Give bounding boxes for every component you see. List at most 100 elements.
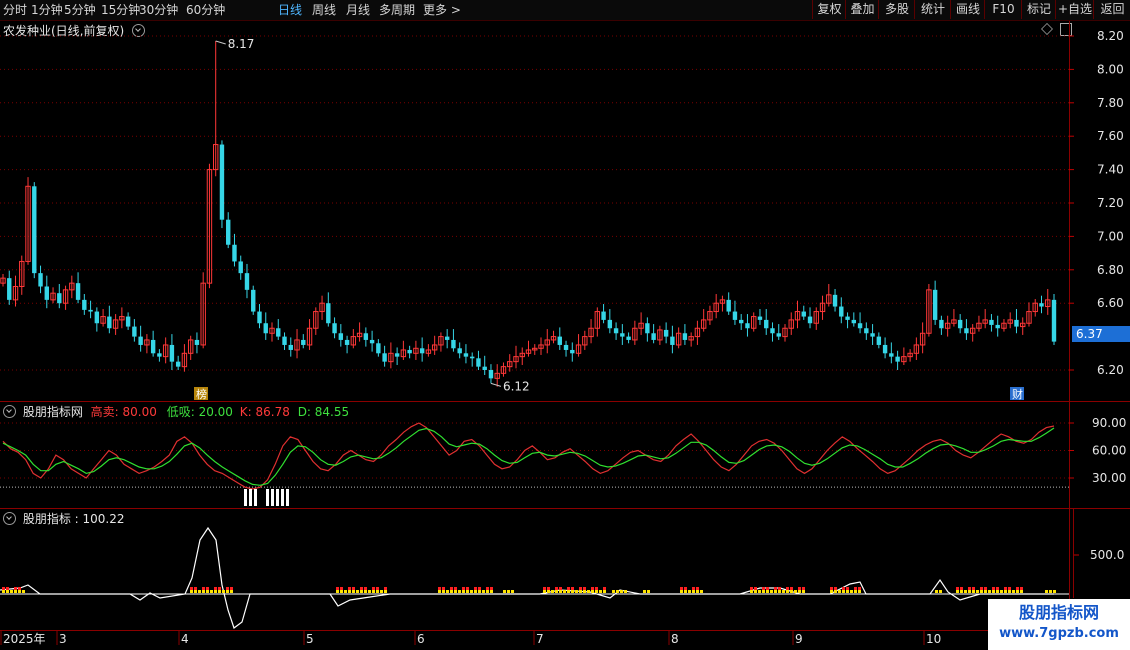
candle-body-down	[38, 273, 43, 287]
ind-bar-yellow	[858, 590, 861, 593]
ind-bar-red	[684, 587, 687, 590]
candle-body-down	[776, 333, 781, 337]
candle-body-down	[839, 306, 844, 317]
buy-signal-bar	[249, 489, 252, 506]
ind-bar-red	[559, 587, 562, 590]
candle-body-down	[801, 311, 806, 317]
ind-bar-red	[6, 587, 9, 590]
candle-body-down	[232, 244, 237, 262]
ind-bar-red	[996, 587, 999, 590]
ind-bar-red	[834, 587, 837, 590]
price-tick-label: 6.80	[1097, 263, 1124, 277]
ind-bar-yellow	[555, 590, 558, 593]
ind-bar-yellow	[356, 590, 359, 593]
ind-bar-yellow	[750, 590, 753, 593]
ind-bar-yellow	[547, 590, 550, 593]
candle-body-down	[107, 316, 112, 329]
ind-bar-red	[778, 587, 781, 590]
ind-bar-red	[858, 587, 861, 590]
ind-bar-yellow	[846, 590, 849, 593]
price-tick-label: 6.20	[1097, 363, 1124, 377]
candle-body-down	[376, 343, 381, 354]
ind-line	[0, 526, 1054, 629]
ind-bar-red	[567, 587, 570, 590]
ind-bar-yellow	[964, 590, 967, 593]
x-axis-label: 10	[926, 632, 941, 646]
high-price-label: 8.17	[228, 37, 255, 51]
candle-body-down	[570, 349, 575, 354]
candle-body-down	[745, 323, 750, 329]
buy-signal-bar	[254, 489, 257, 506]
candle-body-down	[138, 336, 143, 345]
ind-bar-yellow	[624, 590, 627, 593]
ind-bar-yellow	[798, 590, 801, 593]
candle-body-down	[663, 329, 669, 337]
ind-bar-red	[992, 587, 995, 590]
candle-body-down	[82, 299, 87, 310]
ind-bar-red	[194, 587, 197, 590]
candle-body-down	[75, 283, 81, 300]
candle-body-down	[175, 361, 181, 367]
ind-bar-red	[478, 587, 481, 590]
ind-bar-red	[583, 587, 586, 590]
ind-bar-red	[984, 587, 987, 590]
ind-bar-red	[1008, 587, 1011, 590]
candle-body-down	[645, 323, 650, 334]
ind-bar-yellow	[543, 590, 546, 593]
candle-body-down	[226, 219, 231, 245]
ind-bar-red	[438, 587, 441, 590]
ind-bar-yellow	[968, 590, 971, 593]
current-price-label: 6.37	[1076, 327, 1103, 341]
ind-bar-yellow	[372, 590, 375, 593]
ind-bar-red	[486, 587, 489, 590]
ind-bar-yellow	[206, 590, 209, 593]
ind-bar-red	[218, 587, 221, 590]
watermark-logo: 股朋指标网 www.7gpzb.com	[988, 599, 1130, 650]
ind-bar-red	[190, 587, 193, 590]
ind-bar-yellow	[758, 590, 761, 593]
ind-bar-yellow	[1004, 590, 1007, 593]
candle-body-down	[332, 323, 337, 334]
buy-signal-bar	[244, 489, 247, 506]
ind-bar-yellow	[620, 590, 623, 593]
x-axis-label: 3	[59, 632, 67, 646]
ind-bar-red	[360, 587, 363, 590]
ind-bar-yellow	[571, 590, 574, 593]
candle-body-down	[563, 344, 569, 350]
ind-bar-yellow	[790, 590, 793, 593]
ind-bar-red	[376, 587, 379, 590]
candle-body-down	[1014, 319, 1019, 327]
ind-bar-yellow	[1000, 590, 1003, 593]
ind-bar-yellow	[364, 590, 367, 593]
chart-canvas[interactable]: 8.20 8.00 7.80 7.60 7.40 7.20 7.00 6.80 6.60 6.20…	[0, 0, 1130, 650]
candle-body-down	[194, 339, 200, 345]
ind-bar-red	[202, 587, 205, 590]
ind-bar-yellow	[782, 590, 785, 593]
candle-body-down	[150, 339, 156, 354]
candle-body-down	[764, 319, 769, 329]
x-axis-label: 2025年	[3, 632, 46, 646]
ind-bar-yellow	[688, 590, 691, 593]
ind-bar-yellow	[680, 590, 683, 593]
ind-bar-red	[336, 587, 339, 590]
ind-bar-red	[956, 587, 959, 590]
candle-body-down	[870, 333, 875, 337]
ind-bar-red	[206, 587, 209, 590]
candle-body-down	[857, 323, 863, 329]
ind-bar-yellow	[802, 590, 805, 593]
ind-bar-yellow	[226, 590, 229, 593]
candle-body-down	[219, 144, 225, 220]
candle-body-down	[739, 319, 744, 324]
ind-bar-yellow	[1008, 590, 1011, 593]
candle-body-down	[88, 309, 93, 312]
ind-bar-yellow	[336, 590, 339, 593]
candle-body-down	[932, 289, 938, 320]
ind-bar-yellow	[842, 590, 845, 593]
price-tick-label: 6.60	[1097, 296, 1124, 310]
ind-bar-red	[352, 587, 355, 590]
watermark-line2: www.7gpzb.com	[999, 626, 1119, 641]
ind-bar-red	[802, 587, 805, 590]
ind-bar-yellow	[507, 590, 510, 593]
ind-bar-yellow	[511, 590, 514, 593]
ind-bar-red	[555, 587, 558, 590]
